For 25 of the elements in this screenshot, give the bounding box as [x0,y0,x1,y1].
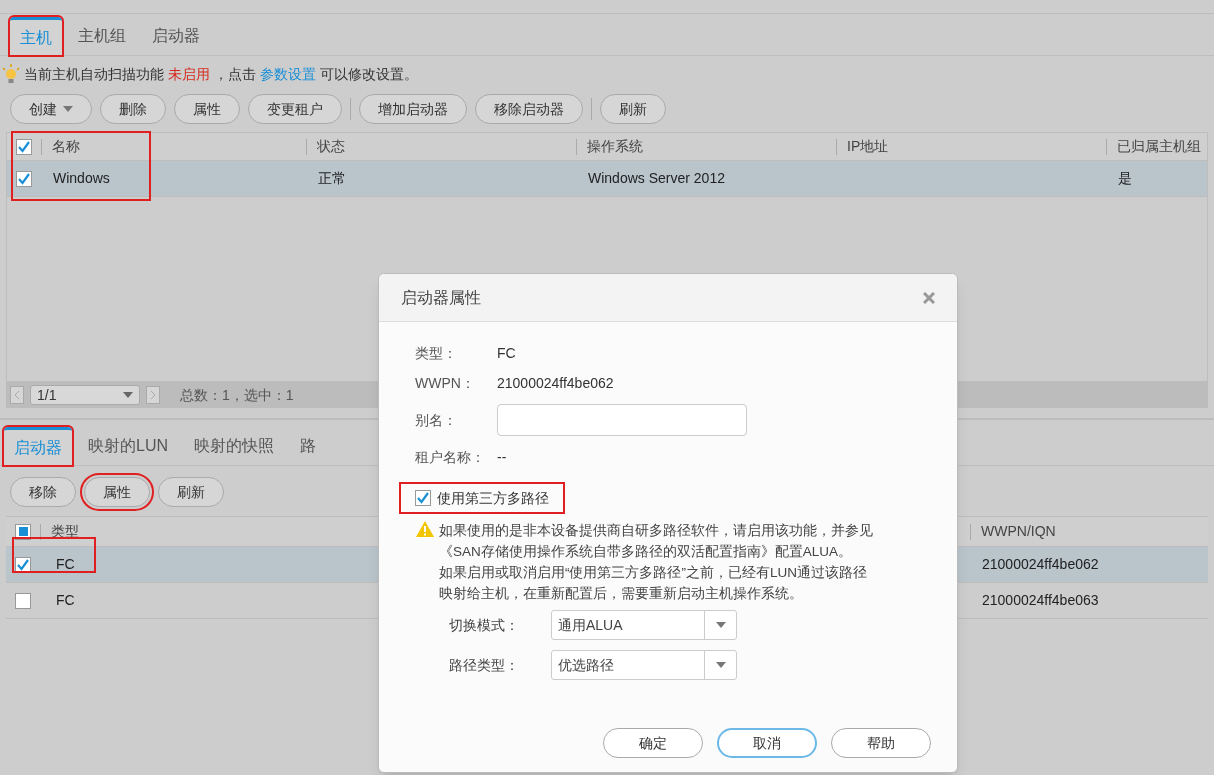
dialog-title: 启动器属性 [401,287,481,308]
table-cell: 21000024ff4be063 [982,592,1099,608]
table-cell: 21000024ff4be062 [982,556,1099,572]
warning-text: 映射给主机，在重新配置后，需要重新启动主机操作系统。 [439,585,804,603]
warning-text: 如果使用的是非本设备提供商自研多路径软件，请启用该功能，并参见 [439,522,873,540]
table-cell: 正常 [318,170,346,186]
field-label: 租户名称： [415,447,486,467]
warning-text: 如果启用或取消启用“使用第三方多路径”之前，已经有LUN通过该路径 [439,564,868,582]
field-value: 21000024ff4be062 [497,373,614,393]
field-value: FC [497,343,516,363]
pager-summary: 总数：1，选中：1 [180,385,294,405]
table-cell: Windows [53,170,110,186]
warning-text: 《SAN存储使用操作系统自带多路径的双活配置指南》配置ALUA。 [439,543,854,561]
field-label: 类型： [415,343,458,363]
checkbox-label: 使用第三方多路径 [437,488,549,508]
notice-text: 当前主机自动扫描功能 未启用 ，点击 参数设置 可以修改设置。 [24,64,418,84]
field-label: 别名： [415,410,458,430]
table-cell: 是 [1118,170,1132,186]
field-label: 路径类型： [449,655,520,675]
table-cell: FC [56,592,75,608]
field-label: 切换模式： [449,615,520,635]
field-label: WWPN： [415,373,476,393]
table-cell: FC [56,556,75,572]
table-cell: Windows Server 2012 [588,170,725,186]
field-value: -- [497,447,507,467]
